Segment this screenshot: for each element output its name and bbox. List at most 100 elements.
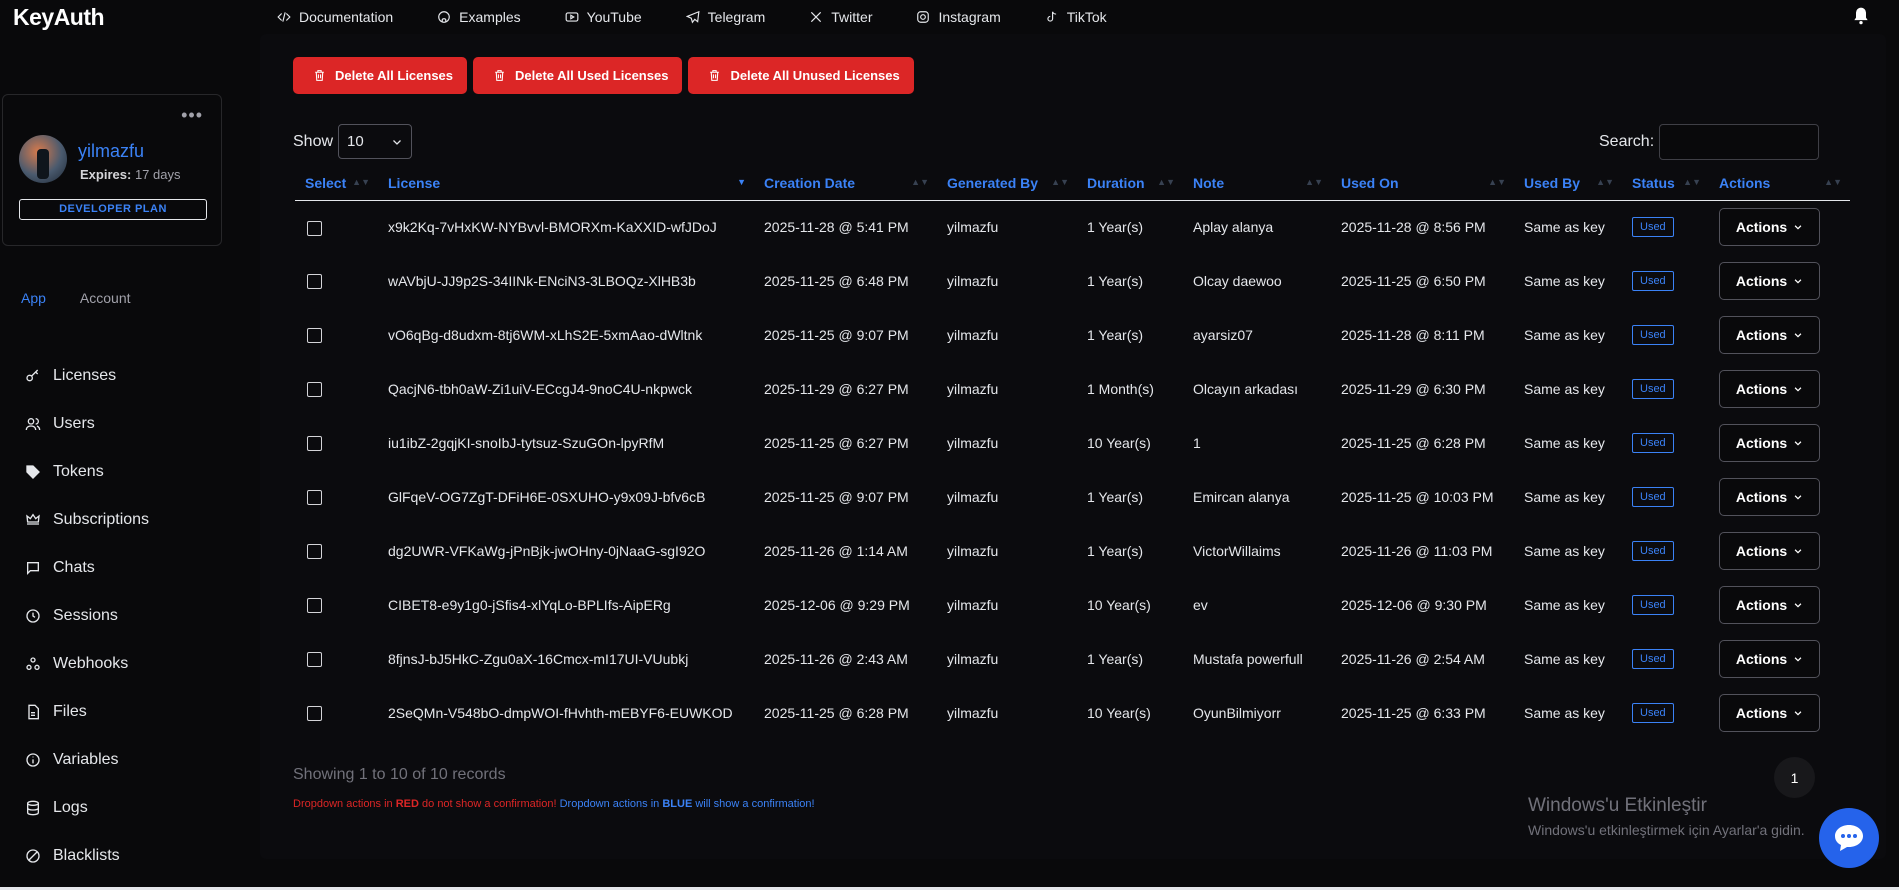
header-label: Status [1632,174,1675,191]
records-info: Showing 1 to 10 of 10 records [293,766,506,783]
header-label: License [388,174,441,191]
show-label: Show [293,132,334,150]
sidebar-item-users[interactable]: Users [25,400,149,448]
sidebar-item-label: Licenses [53,367,117,384]
actions-dropdown-button[interactable]: Actions [1719,370,1820,408]
table-row: x9k2Kq-7vHxKW-NYBvvl-BMORXm-KaXXID-wfJDo… [295,200,1850,254]
sidebar-item-subscriptions[interactable]: Subscriptions [25,496,149,544]
nav-telegram[interactable]: Telegram [685,9,765,25]
nav-label: Instagram [938,9,1001,25]
row-select-cell [295,578,378,632]
nav-twitter[interactable]: Twitter [809,9,872,25]
table-row: wAVbjU-JJ9p2S-34IINk-ENciN3-3LBOQz-XlHB3… [295,254,1850,308]
chevron-down-icon [1794,387,1802,392]
delete-used-licenses-button[interactable]: Delete All Used Licenses [473,57,683,94]
col-license[interactable]: License ▼ [378,166,754,201]
cell-note: 1 [1193,435,1201,451]
cell-status: Used [1622,362,1709,416]
row-checkbox[interactable] [307,544,322,560]
username[interactable]: yilmazfu [78,141,144,162]
row-checkbox[interactable] [307,598,322,614]
row-checkbox[interactable] [307,274,322,290]
row-checkbox[interactable] [307,328,322,344]
nav-documentation[interactable]: Documentation [277,9,393,25]
chevron-down-icon [1794,657,1802,662]
actions-dropdown-button[interactable]: Actions [1719,262,1820,300]
search-input[interactable] [1659,124,1820,160]
col-duration[interactable]: Duration ▲▼ [1077,166,1183,201]
legend-blue-suffix: will show a confirmation! [692,798,815,810]
cell-status: Used [1622,578,1709,632]
chat-widget-button[interactable] [1819,808,1879,868]
bell-icon[interactable] [1851,5,1871,27]
expires-label: Expires: [80,167,132,182]
sidebar-item-label: Subscriptions [53,511,150,528]
col-generated-by[interactable]: Generated By ▲▼ [937,166,1077,201]
col-used-by[interactable]: Used By ▲▼ [1514,166,1622,201]
cell-actions: Actions [1709,578,1850,632]
trash-icon [495,70,504,81]
cell-note: ev [1193,597,1208,613]
nav-examples[interactable]: Examples [437,9,521,25]
col-used-on[interactable]: Used On ▲▼ [1331,166,1514,201]
row-checkbox[interactable] [307,436,322,452]
sidebar-nav: Licenses Users Tokens Subscriptions Chat… [25,352,149,880]
app-logo[interactable]: KeyAuth [13,4,105,31]
row-select-cell [295,632,378,686]
actions-dropdown-button[interactable]: Actions [1719,532,1820,570]
actions-dropdown-button[interactable]: Actions [1719,478,1820,516]
sidebar-item-chats[interactable]: Chats [25,544,149,592]
file-icon [25,704,41,720]
actions-dropdown-button[interactable]: Actions [1719,316,1820,354]
webhook-icon [25,656,41,672]
header-label: Creation Date [764,174,856,191]
cell-used-on: 2025-12-06 @ 9:30 PM [1341,597,1487,613]
col-actions[interactable]: Actions ▲▼ [1709,166,1850,201]
actions-dropdown-button[interactable]: Actions [1719,640,1820,678]
delete-all-licenses-button[interactable]: Delete All Licenses [293,57,468,94]
sidebar-item-sessions[interactable]: Sessions [25,592,149,640]
row-checkbox[interactable] [307,382,322,398]
row-select-cell [295,470,378,524]
page-size-select[interactable]: 10 [338,124,413,159]
sidebar-item-webhooks[interactable]: Webhooks [25,640,149,688]
row-checkbox[interactable] [307,652,322,668]
cell-actions: Actions [1709,470,1850,524]
cell-created: 2025-11-25 @ 9:07 PM [764,489,909,505]
nav-youtube[interactable]: YouTube [565,9,642,25]
table-row: 2SeQMn-V548bO-dmpWOI-fHvhth-mEBYF6-EUWKO… [295,686,1850,740]
header-label: Generated By [947,174,1039,191]
col-creation-date[interactable]: Creation Date ▲▼ [754,166,937,201]
actions-dropdown-button[interactable]: Actions [1719,208,1820,247]
nav-tiktok[interactable]: TikTok [1045,9,1107,25]
cell-used-by: Same as key [1524,705,1605,721]
delete-unused-licenses-button[interactable]: Delete All Unused Licenses [688,57,914,94]
actions-dropdown-button[interactable]: Actions [1719,694,1820,732]
sidebar-item-tokens[interactable]: Tokens [25,448,149,496]
tab-account[interactable]: Account [80,290,131,306]
cell-status: Used [1622,686,1709,740]
sidebar-item-blacklists[interactable]: Blacklists [25,832,149,880]
youtube-icon [565,12,579,22]
sidebar-item-variables[interactable]: Variables [25,736,149,784]
pagination-page-1[interactable]: 1 [1774,757,1815,798]
cell-created: 2025-11-25 @ 6:28 PM [764,705,909,721]
sidebar-item-licenses[interactable]: Licenses [25,352,149,400]
row-checkbox[interactable] [307,490,322,506]
sidebar-item-logs[interactable]: Logs [25,784,149,832]
tab-app[interactable]: App [21,290,46,306]
col-status[interactable]: Status ▲▼ [1622,166,1709,201]
cell-license: QacjN6-tbh0aW-Zi1uiV-ECcgJ4-9noC4U-nkpwc… [388,381,692,397]
cell-duration: 1 Year(s) [1087,327,1144,343]
row-checkbox[interactable] [307,220,322,236]
col-note[interactable]: Note ▲▼ [1183,166,1331,201]
actions-dropdown-button[interactable]: Actions [1719,586,1820,624]
profile-menu-dots[interactable]: ••• [181,105,203,126]
cell-status: Used [1622,308,1709,362]
col-select[interactable]: Select ▲▼ [295,166,378,201]
row-checkbox[interactable] [307,706,322,722]
nav-instagram[interactable]: Instagram [916,9,1001,25]
actions-dropdown-button[interactable]: Actions [1719,424,1820,462]
cell-by: yilmazfu [947,327,999,343]
sidebar-item-files[interactable]: Files [25,688,149,736]
